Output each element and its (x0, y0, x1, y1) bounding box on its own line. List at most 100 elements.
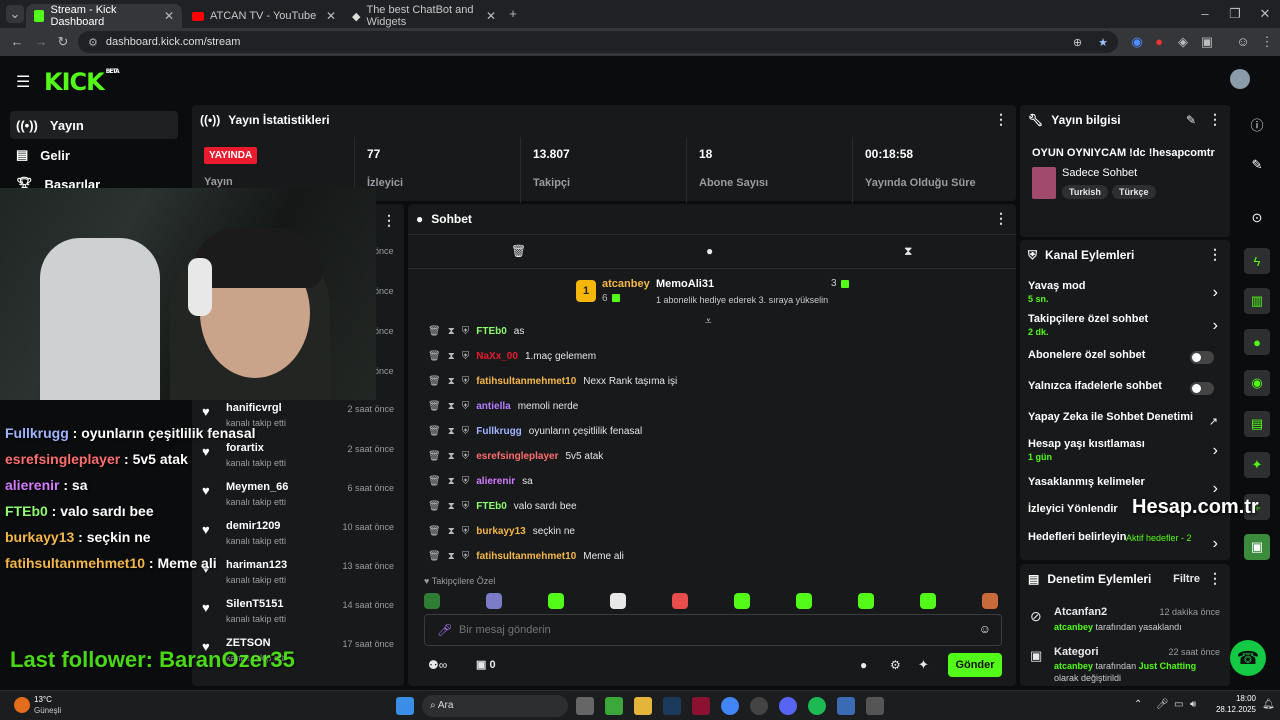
channel-action-row[interactable]: Hesap yaşı kısıtlaması 1 gün › (1028, 438, 1224, 462)
network-icon[interactable]: ▭ (1174, 699, 1183, 710)
tab-kick-dashboard[interactable]: Stream - Kick Dashboard ✕ (26, 4, 182, 28)
chat-username[interactable]: esrefsingleplayer (476, 451, 558, 462)
chevron-right-icon[interactable]: › (1213, 317, 1218, 335)
trash-icon[interactable]: 🗑︎ (428, 526, 441, 537)
minimize-icon[interactable]: – (1196, 5, 1214, 23)
send-button[interactable]: Gönder (948, 653, 1002, 677)
close-window-icon[interactable]: ✕ (1256, 5, 1274, 23)
follower-name[interactable]: hariman123 (226, 559, 287, 571)
chat-username[interactable]: fatihsultanmehmet10 (476, 376, 576, 387)
broadcast-icon[interactable]: ◉ (1244, 370, 1270, 396)
sidebar-item-gelir[interactable]: ▤ Gelir (10, 141, 178, 169)
hourglass-icon[interactable]: ⧗ (448, 351, 455, 362)
notifications-icon[interactable]: 🔔︎ (1262, 699, 1275, 710)
hourglass-icon[interactable]: ⧗ (448, 451, 455, 462)
emote-icon[interactable] (424, 593, 440, 609)
channel-action-row[interactable]: Takipçilere özel sohbet 2 dk. › (1028, 313, 1224, 337)
hourglass-icon[interactable]: ⧗ (448, 476, 455, 487)
back-icon[interactable]: ← (8, 33, 26, 51)
kick-logo[interactable]: KICK BETA (44, 68, 120, 96)
forward-icon[interactable]: → (32, 33, 50, 51)
chat-username[interactable]: NaXx_00 (476, 351, 518, 362)
info-icon[interactable]: ⓘ (1244, 111, 1270, 137)
filter-button[interactable]: Filtre (1173, 573, 1200, 585)
hourglass-icon[interactable]: ⧗ (904, 244, 912, 259)
participants-icon[interactable]: ⚉∞ (428, 658, 447, 672)
extension-icon[interactable]: ● (1150, 33, 1168, 51)
minecraft-icon[interactable] (605, 697, 623, 715)
tab-chatbot[interactable]: ◆ The best ChatBot and Widgets ✕ (344, 4, 504, 28)
more-options-icon[interactable]: ⋮ (1208, 246, 1222, 263)
emoji-icon[interactable]: ☺ (979, 622, 991, 636)
trash-icon[interactable]: 🗑︎ (428, 476, 441, 487)
profile-icon[interactable]: ☺ (1234, 33, 1252, 51)
chat-username[interactable]: FTEb0 (476, 501, 507, 512)
emote-icon[interactable] (672, 593, 688, 609)
extension-icon[interactable]: ◉ (1128, 33, 1146, 51)
volume-icon[interactable]: 🔊︎ (1190, 699, 1196, 710)
tab-youtube[interactable]: ATCAN TV - YouTube ✕ (184, 4, 344, 28)
more-options-icon[interactable]: ⋮ (382, 212, 396, 229)
wrench-icon[interactable]: ✦ (1244, 452, 1270, 478)
collapse-pinned-icon[interactable]: ⩡ (705, 314, 712, 329)
microphone-icon[interactable]: 🎤︎ (437, 623, 452, 637)
follower-name[interactable]: Meymen_66 (226, 481, 288, 493)
chat-bubble-icon[interactable]: ● (706, 244, 713, 258)
trash-icon[interactable]: 🗑︎ (428, 426, 441, 437)
toggle-switch[interactable] (1190, 382, 1214, 395)
mod-tools-icon[interactable]: ▤ (1244, 411, 1270, 437)
category-name[interactable]: Sadece Sohbet (1062, 167, 1137, 179)
chat-username[interactable]: alierenir (476, 476, 515, 487)
chevron-right-icon[interactable]: › (1213, 442, 1218, 460)
spotify-icon[interactable] (808, 697, 826, 715)
emote-icon[interactable] (982, 593, 998, 609)
chat-username[interactable]: Fullkrugg (476, 426, 522, 437)
windows-start-icon[interactable] (396, 697, 414, 715)
chat-bubble-icon[interactable]: ● (1244, 329, 1270, 355)
zoom-icon[interactable]: ⊕ (1073, 36, 1082, 49)
discord-icon[interactable] (779, 697, 797, 715)
follower-name[interactable]: hanificvrgl (226, 402, 282, 414)
new-tab-icon[interactable]: + (504, 5, 522, 23)
tray-chevron-icon[interactable]: ⌃ (1134, 699, 1142, 710)
hourglass-icon[interactable]: ⧗ (448, 426, 455, 437)
gear-icon[interactable]: ⚙ (890, 658, 901, 672)
clock-time[interactable]: 18:00 (1222, 694, 1256, 703)
channel-action-row[interactable]: Yapay Zeka ile Sohbet Denetimi ↗ (1028, 411, 1224, 428)
sidebar-item-yayin[interactable]: ((•)) Yayın (10, 111, 178, 139)
site-info-icon[interactable]: ⚙ (88, 36, 98, 49)
app-icon[interactable] (866, 697, 884, 715)
hourglass-icon[interactable]: ⧗ (448, 376, 455, 387)
hourglass-icon[interactable]: ⧗ (448, 401, 455, 412)
app-icon[interactable] (692, 697, 710, 715)
more-options-icon[interactable]: ⋮ (1208, 111, 1222, 128)
hourglass-icon[interactable]: ⧗ (448, 526, 455, 537)
emote-icon[interactable] (610, 593, 626, 609)
emote-icon[interactable] (486, 593, 502, 609)
maximize-icon[interactable]: ❐ (1226, 5, 1244, 23)
chat-username[interactable]: antiella (476, 401, 510, 412)
tag-chip[interactable]: Turkish (1062, 185, 1108, 199)
clock-date[interactable]: 28.12.2025 (1206, 705, 1256, 714)
tab-search-icon[interactable]: ⌄ (6, 5, 24, 23)
chevron-right-icon[interactable]: › (1213, 284, 1218, 302)
external-link-icon[interactable]: ↗ (1209, 415, 1218, 428)
task-view-icon[interactable] (576, 697, 594, 715)
chevron-right-icon[interactable]: › (1213, 535, 1218, 553)
more-options-icon[interactable]: ⋮ (994, 111, 1008, 128)
chat-username[interactable]: burkayy13 (476, 526, 525, 537)
trash-icon[interactable]: 🗑︎ (428, 501, 441, 512)
reload-icon[interactable]: ↻ (54, 33, 72, 51)
hourglass-icon[interactable]: ⧗ (448, 501, 455, 512)
hourglass-icon[interactable]: ⧗ (448, 551, 455, 562)
file-explorer-icon[interactable] (634, 697, 652, 715)
toggle-switch[interactable] (1190, 351, 1214, 364)
steam-icon[interactable] (663, 697, 681, 715)
support-chat-icon[interactable]: ☎ (1230, 640, 1266, 676)
extensions-puzzle-icon[interactable]: ▣ (1198, 33, 1216, 51)
chat-settings-bubble-icon[interactable]: ● (860, 658, 867, 672)
more-options-icon[interactable]: ⋮ (1208, 570, 1222, 587)
extension-icon[interactable]: ◈ (1174, 33, 1192, 51)
mod-actor[interactable]: atcanbey (1054, 661, 1093, 671)
follower-name[interactable]: demir1209 (226, 520, 280, 532)
